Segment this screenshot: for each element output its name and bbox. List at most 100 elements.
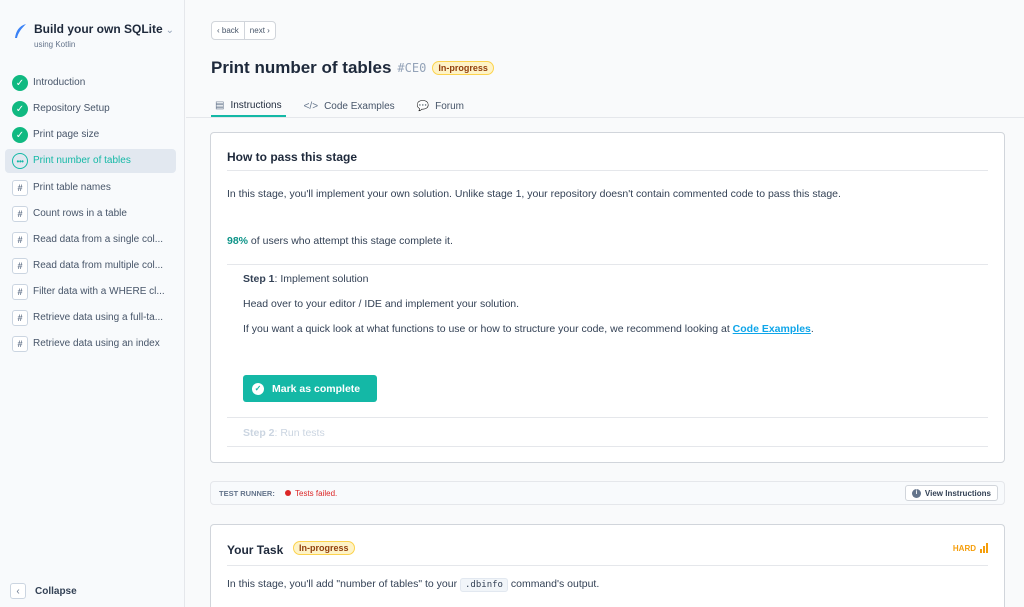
chat-icon: 💬: [416, 101, 430, 112]
test-status: Tests failed.: [295, 489, 338, 498]
completion-text: of users who attempt this stage complete…: [248, 235, 453, 247]
stage-label: Read data from multiple col...: [33, 259, 164, 271]
stage-header: ‹ back next › Print number of tables #CE…: [186, 0, 1024, 118]
divider: [227, 264, 988, 265]
difficulty-indicator: HARD: [953, 543, 988, 553]
pagination: ‹ back next ›: [211, 21, 276, 40]
task-text-after: command's output.: [507, 578, 600, 590]
divider: [227, 417, 988, 418]
stage-item-current[interactable]: ••• Print number of tables: [5, 149, 176, 174]
hash-icon: #: [12, 336, 28, 353]
feather-icon: [15, 24, 26, 38]
document-icon: ▤: [215, 100, 225, 111]
collapse-sidebar-button[interactable]: ‹ Collapse: [10, 583, 77, 599]
stage-label: Filter data with a WHERE cl...: [33, 286, 165, 298]
stage-label: Repository Setup: [33, 103, 110, 115]
back-button[interactable]: ‹ back: [212, 22, 244, 39]
instructions-card: How to pass this stage In this stage, yo…: [210, 132, 1005, 463]
check-icon: ✓: [12, 101, 28, 118]
stage-label: Print number of tables: [33, 155, 131, 167]
hash-icon: #: [12, 310, 28, 327]
stage-list: ✓ Introduction ✓ Repository Setup ✓ Prin…: [5, 71, 176, 359]
stage-label: Retrieve data using a full-ta...: [33, 312, 164, 324]
code-icon: </>: [303, 101, 319, 112]
hash-icon: #: [12, 205, 28, 222]
stage-item[interactable]: # Count rows in a table: [5, 202, 176, 226]
stage-item[interactable]: ✓ Repository Setup: [5, 97, 176, 121]
stage-item[interactable]: # Retrieve data using a full-ta...: [5, 306, 176, 330]
task-text-before: In this stage, you'll add "number of tab…: [227, 578, 461, 590]
chevron-left-icon: ‹: [10, 583, 26, 599]
hash-icon: #: [12, 284, 28, 301]
stage-label: Retrieve data using an index: [33, 338, 160, 350]
stage-item[interactable]: # Retrieve data using an index: [5, 332, 176, 356]
difficulty-bars-icon: [980, 543, 988, 553]
check-circle-icon: ✓: [252, 382, 264, 395]
mark-complete-button[interactable]: ✓ Mark as complete: [243, 375, 377, 402]
info-icon: i: [911, 488, 921, 498]
main-content: ‹ back next › Print number of tables #CE…: [186, 0, 1024, 607]
stage-title: Print number of tables: [211, 58, 392, 77]
tab-forum[interactable]: 💬 Forum: [413, 96, 468, 117]
page-title: Print number of tables #CE0 In-progress: [211, 58, 494, 78]
card-title: How to pass this stage: [227, 150, 358, 164]
tab-instructions[interactable]: ▤ Instructions: [211, 96, 286, 117]
tab-bar: ▤ Instructions </> Code Examples 💬 Forum: [211, 96, 468, 117]
next-button[interactable]: next ›: [243, 22, 275, 39]
difficulty-label: HARD: [952, 544, 976, 553]
stage-label: Count rows in a table: [33, 207, 127, 219]
view-instructions-label: View Instructions: [924, 488, 991, 498]
code-examples-link[interactable]: Code Examples: [733, 323, 811, 335]
step2-heading: Step 2: Run tests: [243, 427, 325, 439]
tab-label: Code Examples: [324, 101, 395, 112]
course-title: Build your own SQLite: [34, 22, 163, 36]
divider: [227, 565, 988, 566]
hash-icon: #: [12, 179, 28, 196]
tab-code-examples[interactable]: </> Code Examples: [300, 96, 399, 117]
divider: [227, 446, 988, 447]
status-badge: In-progress: [293, 541, 355, 555]
sidebar: Build your own SQLite using Kotlin ⌄ ✓ I…: [0, 0, 185, 607]
stage-item[interactable]: ✓ Print page size: [5, 123, 176, 147]
stage-label: Print page size: [33, 129, 100, 141]
completion-pct: 98%: [227, 235, 249, 247]
course-selector[interactable]: Build your own SQLite using Kotlin ⌄: [14, 22, 176, 54]
stage-item[interactable]: # Filter data with a WHERE cl...: [5, 280, 176, 304]
mark-complete-label: Mark as complete: [272, 382, 361, 395]
completion-rate: 98% of users who attempt this stage comp…: [227, 235, 453, 247]
test-runner-bar: TEST RUNNER: Tests failed. i View Instru…: [210, 481, 1005, 505]
chevron-down-icon[interactable]: ⌄: [166, 25, 174, 36]
tab-label: Instructions: [230, 100, 282, 111]
view-instructions-button[interactable]: i View Instructions: [904, 485, 998, 501]
hash-icon: #: [12, 257, 28, 274]
collapse-label: Collapse: [35, 585, 77, 597]
status-dot-icon: [285, 490, 291, 496]
ellipsis-icon: •••: [12, 153, 28, 170]
stage-item[interactable]: # Read data from a single col...: [5, 228, 176, 252]
card-title: Your Task: [227, 543, 284, 557]
hint-text: If you want a quick look at what functio…: [243, 323, 733, 335]
tab-label: Forum: [435, 101, 465, 112]
check-icon: ✓: [12, 75, 28, 91]
stage-code: #CE0: [397, 61, 427, 75]
step1-heading: Step 1: Implement solution: [243, 273, 368, 285]
inline-code: .dbinfo: [460, 578, 508, 592]
hint-end: .: [810, 323, 814, 335]
hash-icon: #: [12, 231, 28, 248]
step1-text: Head over to your editor / IDE and imple…: [243, 298, 520, 310]
step2-title: : Run tests: [274, 427, 325, 439]
stage-item[interactable]: ✓ Introduction: [5, 71, 176, 95]
stage-label: Print table names: [33, 181, 111, 193]
step1-title: : Implement solution: [274, 273, 369, 285]
task-text: In this stage, you'll add "number of tab…: [227, 578, 600, 592]
test-runner-label: TEST RUNNER:: [219, 489, 275, 498]
task-card: Your Task In-progress HARD In this stage…: [210, 524, 1005, 607]
status-badge: In-progress: [432, 61, 494, 75]
course-subtitle: using Kotlin: [34, 40, 76, 49]
stage-item[interactable]: # Read data from multiple col...: [5, 254, 176, 278]
intro-text: In this stage, you'll implement your own…: [227, 188, 841, 200]
stage-item[interactable]: # Print table names: [5, 176, 176, 200]
step1-label: Step 1: [243, 273, 275, 285]
check-icon: ✓: [12, 127, 28, 144]
stage-label: Read data from a single col...: [33, 233, 164, 245]
